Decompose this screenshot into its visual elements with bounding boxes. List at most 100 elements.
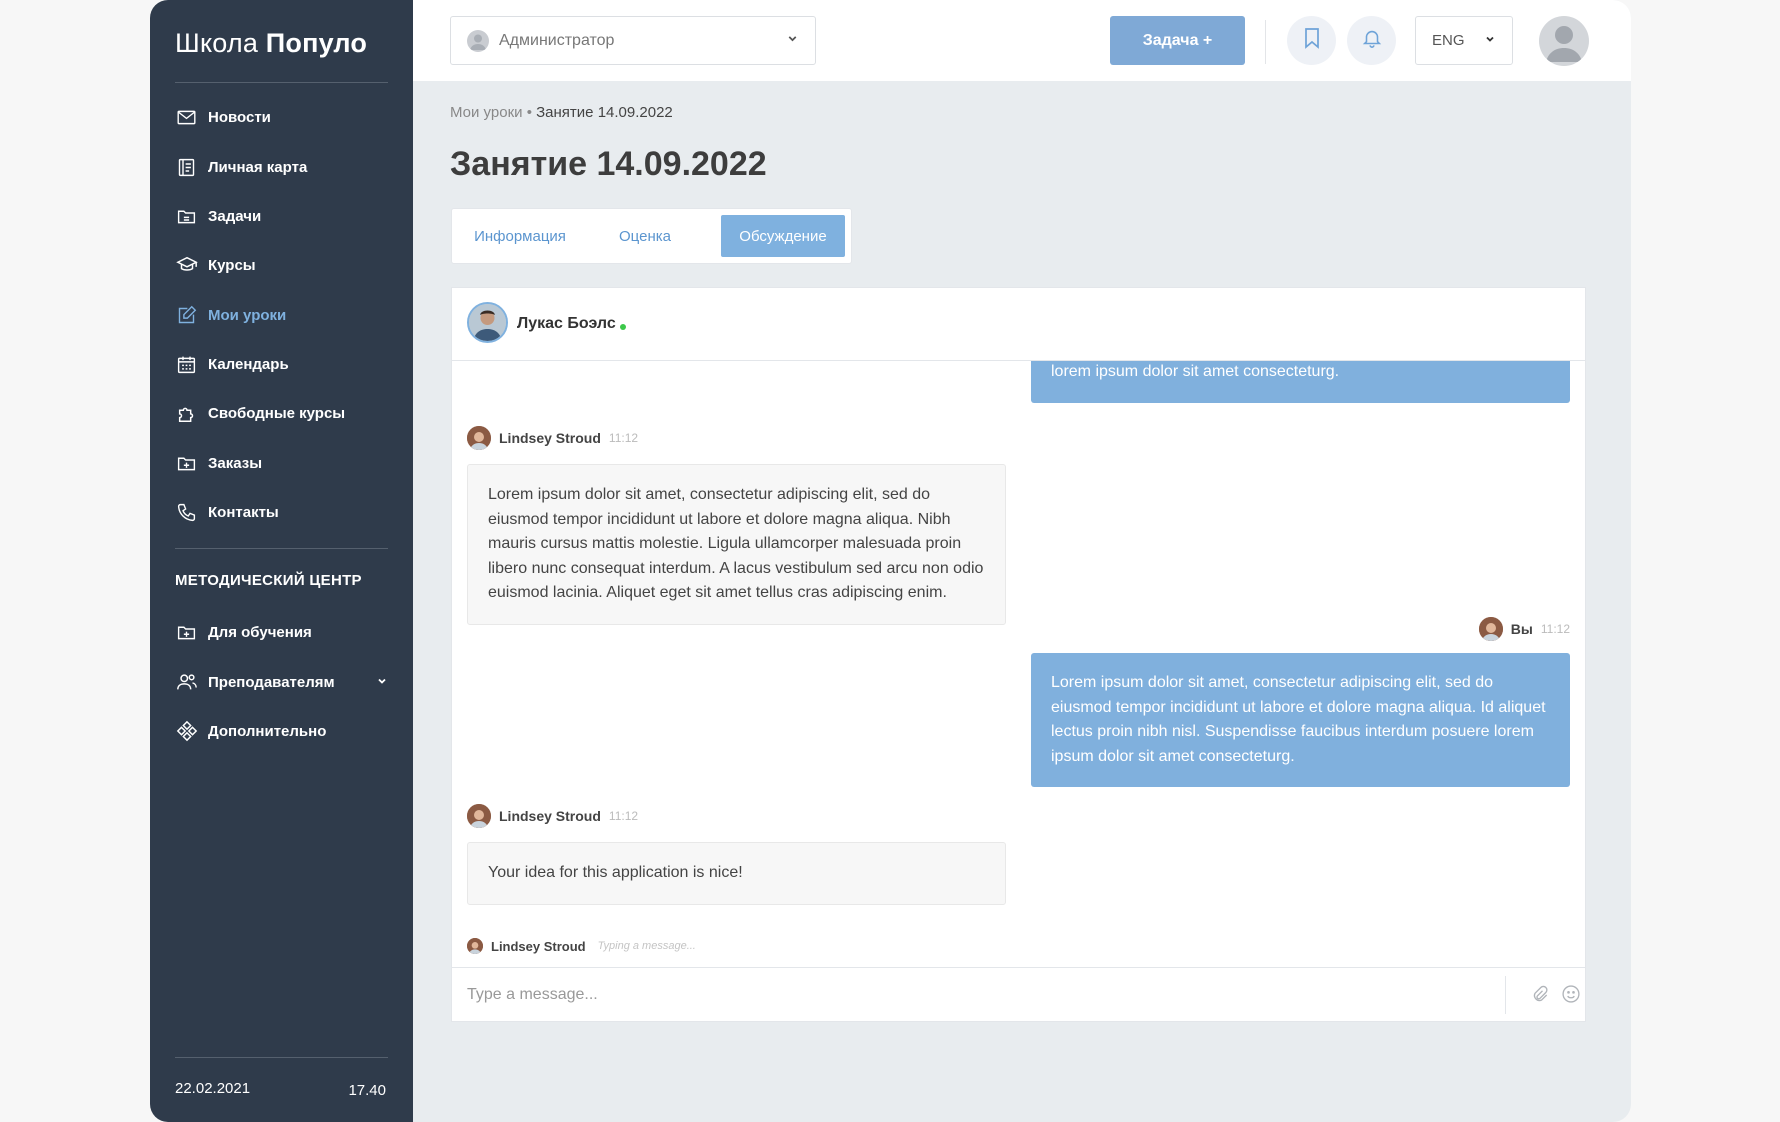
calendar-icon	[175, 353, 198, 376]
chevron-down-icon	[1484, 32, 1496, 49]
sidebar-item-my-lessons[interactable]: Мои уроки	[175, 300, 388, 330]
message-time: 11:12	[608, 431, 639, 445]
sidebar-item-label: Дополнительно	[208, 722, 327, 740]
message-text: lorem ipsum dolor sit amet consecteturg.	[1051, 363, 1340, 380]
sidebar-item-label: Свободные курсы	[208, 404, 346, 422]
mail-icon	[175, 106, 198, 129]
message-author: Lindsey Stroud	[499, 430, 601, 446]
role-select[interactable]: Администратор	[450, 16, 816, 65]
card-icon	[175, 156, 198, 179]
top-bar: Администратор Задача + ENG	[413, 0, 1631, 81]
sidebar-item-label: Личная карта	[208, 158, 308, 176]
sidebar-item-label: Новости	[208, 108, 271, 126]
message-bubble-incoming: Your idea for this application is nice!	[467, 842, 1006, 905]
sidebar-item-label: Контакты	[208, 503, 279, 521]
logo-bold-text: Популо	[265, 28, 368, 58]
bookmark-button[interactable]	[1287, 16, 1336, 65]
sidebar-divider	[175, 1057, 388, 1058]
language-value: ENG	[1432, 32, 1465, 49]
sidebar-item-label: Для обучения	[208, 623, 312, 641]
contact-avatar[interactable]	[467, 302, 508, 343]
sidebar-item-for-learning[interactable]: Для обучения	[175, 617, 388, 647]
puzzle-icon	[175, 402, 198, 425]
app-window: Школа Популо Новости Личная карта Задачи	[150, 0, 1631, 1122]
role-select-value: Администратор	[499, 31, 615, 49]
avatar	[467, 804, 491, 828]
footer-date: 22.02.2021	[175, 1080, 251, 1097]
message-time: 11:12	[608, 809, 639, 823]
graduation-cap-icon	[175, 254, 198, 277]
notifications-button[interactable]	[1347, 16, 1396, 65]
message-meta: Вы 11:12	[1478, 617, 1570, 641]
message-bubble-incoming: Lorem ipsum dolor sit amet, consectetur …	[467, 464, 1006, 625]
folder-plus-icon	[175, 452, 198, 475]
users-icon	[175, 671, 198, 694]
sidebar: Школа Популо Новости Личная карта Задачи	[150, 0, 413, 1122]
tab-grade[interactable]: Оценка	[590, 215, 700, 257]
online-status-indicator	[620, 324, 626, 330]
chevron-down-icon	[786, 32, 799, 50]
message-meta: Lindsey Stroud 11:12	[467, 426, 638, 450]
breadcrumb-separator: •	[526, 104, 532, 121]
typing-user: Lindsey Stroud	[491, 938, 586, 954]
tab-discussion[interactable]: Обсуждение	[721, 215, 845, 257]
message-text: Your idea for this application is nice!	[488, 864, 743, 881]
tabs: Информация Оценка Обсуждение	[451, 208, 852, 264]
sidebar-divider	[175, 82, 388, 83]
add-task-button[interactable]: Задача +	[1110, 16, 1245, 65]
user-avatar-icon	[467, 29, 489, 52]
sidebar-item-label: Мои уроки	[208, 306, 287, 324]
avatar	[467, 426, 491, 450]
chevron-down-icon[interactable]	[376, 674, 388, 691]
page-title: Занятие 14.09.2022	[450, 145, 767, 183]
sidebar-item-free-courses[interactable]: Свободные курсы	[175, 398, 388, 428]
divider	[1265, 20, 1266, 64]
bookmark-icon	[1302, 27, 1322, 54]
diamond-icon	[175, 720, 198, 743]
typing-indicator: Lindsey Stroud Typing a message...	[467, 938, 696, 954]
sidebar-item-for-teachers[interactable]: Преподавателям	[175, 667, 388, 697]
sidebar-item-tasks[interactable]: Задачи	[175, 201, 388, 231]
message-author: Lindsey Stroud	[499, 808, 601, 824]
message-input[interactable]	[467, 982, 1467, 1008]
message-composer	[452, 967, 1585, 1021]
contact-name: Лукас Боэлс	[517, 315, 616, 332]
chat-header: Лукас Боэлс	[452, 288, 1585, 361]
sidebar-item-contacts[interactable]: Контакты	[175, 497, 388, 527]
sidebar-item-courses[interactable]: Курсы	[175, 250, 388, 280]
message-text: Lorem ipsum dolor sit amet, consectetur …	[488, 486, 984, 601]
sidebar-item-orders[interactable]: Заказы	[175, 448, 388, 478]
message-bubble-outgoing: Lorem ipsum dolor sit amet, consectetur …	[1031, 653, 1570, 787]
sidebar-divider	[175, 548, 388, 549]
sidebar-item-label: Задачи	[208, 207, 262, 225]
chat-panel: Лукас Боэлс lorem ipsum dolor sit amet c…	[451, 287, 1586, 1022]
breadcrumb-parent-link[interactable]: Мои уроки	[450, 104, 523, 121]
divider	[1505, 976, 1506, 1014]
avatar	[467, 938, 483, 954]
bell-icon	[1361, 27, 1383, 54]
sidebar-item-news[interactable]: Новости	[175, 102, 388, 132]
breadcrumb-current: Занятие 14.09.2022	[536, 104, 673, 121]
tab-information[interactable]: Информация	[458, 215, 582, 257]
breadcrumb: Мои уроки • Занятие 14.09.2022	[450, 104, 673, 121]
logo-light-text: Школа	[175, 28, 259, 58]
footer-time: 17.40	[348, 1082, 386, 1099]
folder-icon	[175, 205, 198, 228]
avatar	[1478, 617, 1503, 641]
folder-plus-icon	[175, 621, 198, 644]
message-author: Вы	[1510, 621, 1533, 637]
sidebar-item-label: Календарь	[208, 355, 289, 373]
sidebar-item-calendar[interactable]: Календарь	[175, 349, 388, 379]
attach-icon[interactable]	[1530, 984, 1550, 1011]
sidebar-item-personal-card[interactable]: Личная карта	[175, 152, 388, 182]
logo[interactable]: Школа Популо	[175, 28, 367, 59]
language-select[interactable]: ENG	[1415, 16, 1513, 65]
sidebar-item-additional[interactable]: Дополнительно	[175, 716, 388, 746]
message-time: 11:12	[1540, 622, 1570, 636]
sidebar-item-label: Преподавателям	[208, 673, 335, 691]
phone-icon	[175, 501, 198, 524]
emoji-icon[interactable]	[1561, 984, 1581, 1009]
profile-avatar[interactable]	[1539, 16, 1589, 66]
message-text: Lorem ipsum dolor sit amet, consectetur …	[1051, 674, 1546, 765]
sidebar-item-label: Заказы	[208, 454, 263, 472]
